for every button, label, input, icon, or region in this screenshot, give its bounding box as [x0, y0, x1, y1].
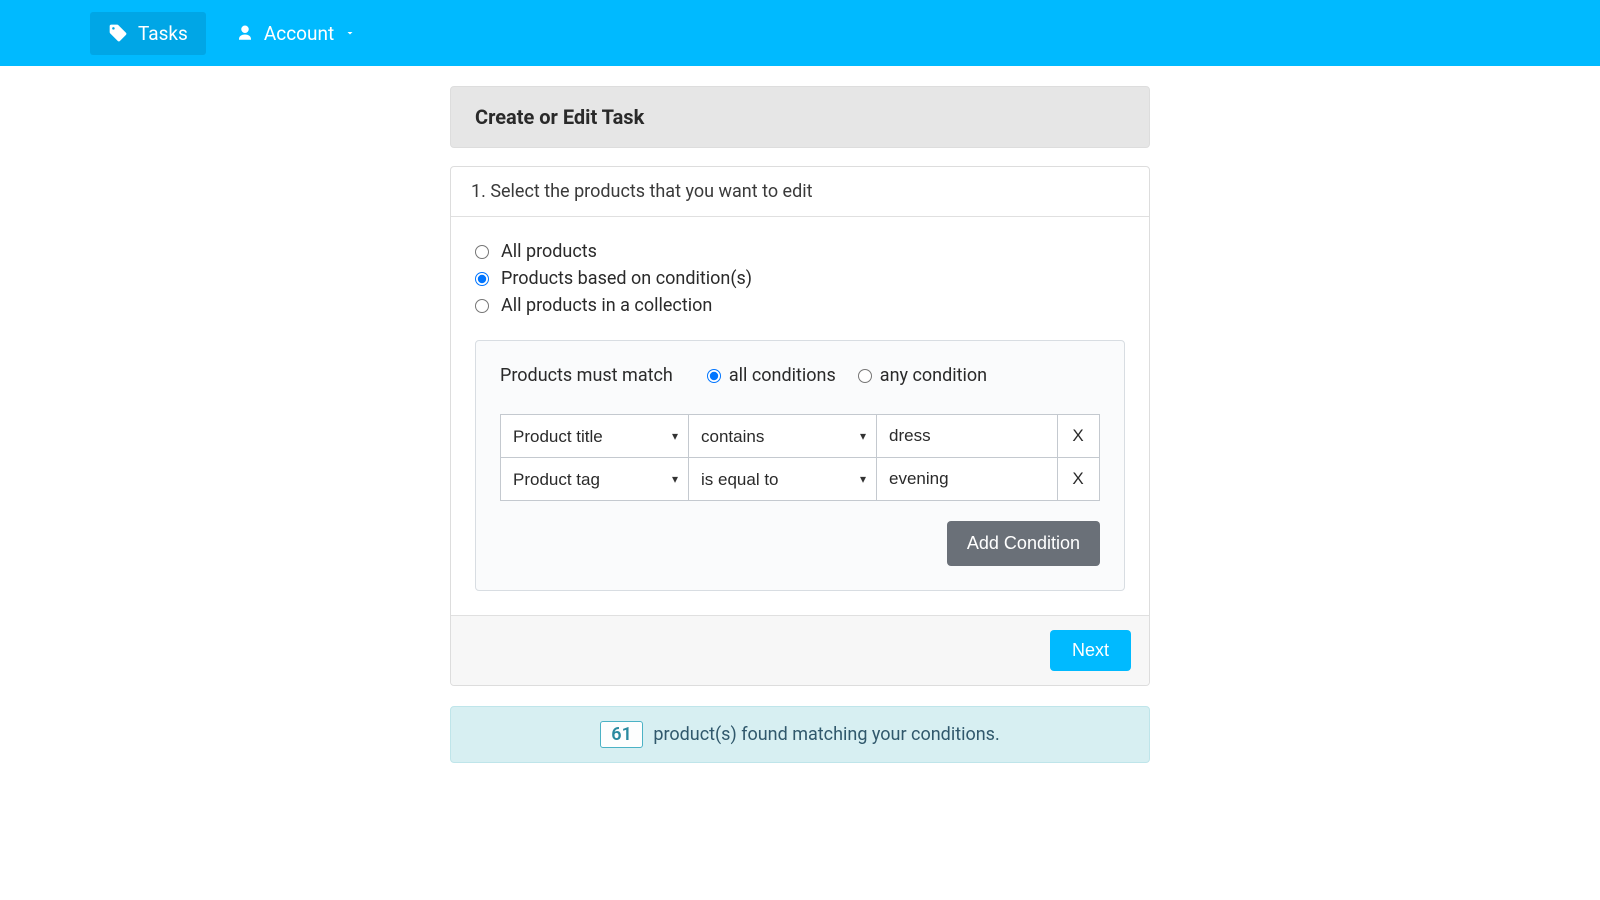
caret-down-icon — [344, 27, 356, 39]
results-count: 61 — [600, 721, 643, 748]
nav-tasks-label: Tasks — [138, 22, 188, 45]
radio-all-products[interactable] — [475, 245, 489, 259]
navbar: Tasks Account — [0, 0, 1600, 66]
nav-tasks[interactable]: Tasks — [90, 12, 206, 55]
tag-icon — [108, 23, 128, 43]
nav-account[interactable]: Account — [218, 12, 374, 55]
radio-match-all-label[interactable]: all conditions — [729, 365, 836, 386]
radio-all-products-label[interactable]: All products — [501, 241, 597, 262]
radio-match-all[interactable] — [707, 369, 721, 383]
remove-condition-button[interactable]: X — [1058, 415, 1098, 457]
step-title: 1. Select the products that you want to … — [471, 181, 1129, 202]
condition-field-select[interactable]: Product title — [501, 415, 688, 457]
condition-operator-select[interactable]: is equal to — [689, 458, 876, 500]
radio-match-any[interactable] — [858, 369, 872, 383]
condition-value-input[interactable] — [877, 458, 1057, 500]
condition-row: Product title contains — [501, 415, 1100, 458]
condition-field-select[interactable]: Product tag — [501, 458, 688, 500]
next-button[interactable]: Next — [1050, 630, 1131, 671]
radio-collection[interactable] — [475, 299, 489, 313]
remove-condition-button[interactable]: X — [1058, 458, 1098, 500]
results-text: product(s) found matching your condition… — [653, 724, 999, 745]
condition-row: Product tag is equal to — [501, 458, 1100, 501]
radio-match-any-label[interactable]: any condition — [880, 365, 987, 386]
user-icon — [236, 24, 254, 42]
panel-footer: Next — [451, 615, 1149, 685]
add-condition-button[interactable]: Add Condition — [947, 521, 1100, 566]
panel-header: Create or Edit Task — [450, 86, 1150, 148]
condition-operator-select[interactable]: contains — [689, 415, 876, 457]
radio-conditions-label[interactable]: Products based on condition(s) — [501, 268, 752, 289]
results-info: 61 product(s) found matching your condit… — [450, 706, 1150, 763]
nav-account-label: Account — [264, 22, 334, 45]
conditions-box: Products must match all conditions any c… — [475, 340, 1125, 591]
radio-conditions[interactable] — [475, 272, 489, 286]
page-title: Create or Edit Task — [475, 105, 1125, 129]
condition-value-input[interactable] — [877, 415, 1057, 457]
conditions-table: Product title contains — [500, 414, 1100, 501]
match-label: Products must match — [500, 365, 673, 386]
radio-collection-label[interactable]: All products in a collection — [501, 295, 712, 316]
step-header: 1. Select the products that you want to … — [451, 167, 1149, 217]
step-panel: 1. Select the products that you want to … — [450, 166, 1150, 686]
